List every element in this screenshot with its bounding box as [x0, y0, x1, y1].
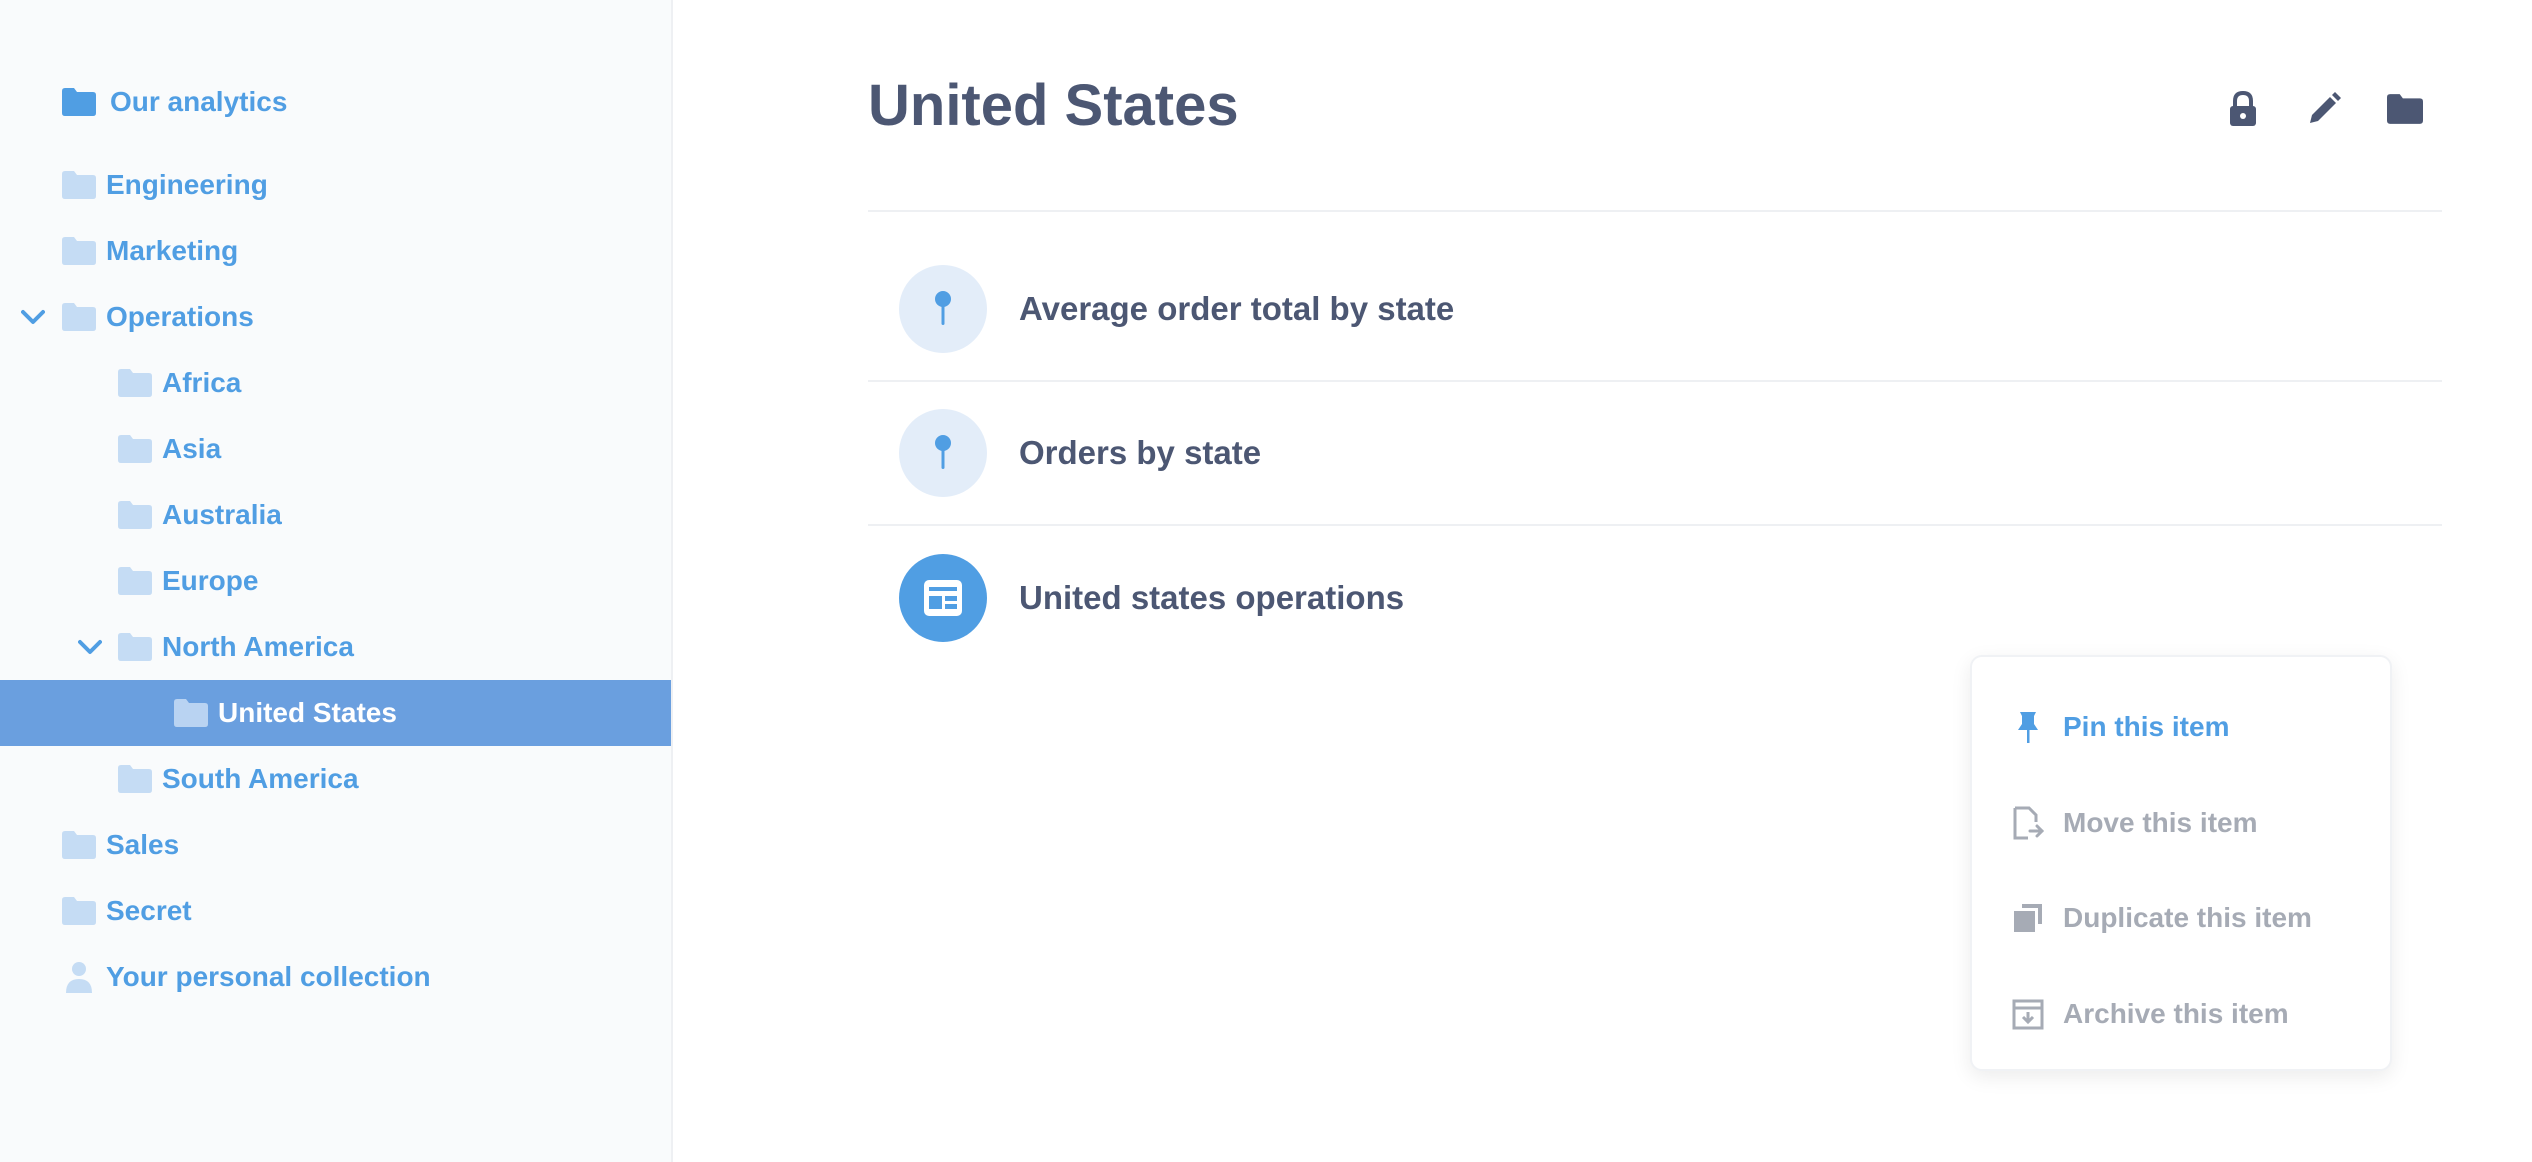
chevron-down-icon[interactable]: [72, 629, 108, 665]
menu-item-label: Duplicate this item: [2063, 902, 2312, 933]
sidebar-item-label: Secret: [106, 895, 192, 926]
folder-icon: [62, 237, 96, 265]
app-window: Our analytics Engineering Marketing Oper…: [0, 0, 2532, 1162]
sidebar-item-australia[interactable]: Australia: [0, 482, 671, 548]
sidebar-item-label: Our analytics: [110, 86, 288, 117]
sidebar-item-africa[interactable]: Africa: [0, 350, 671, 416]
folder-icon: [62, 88, 96, 116]
pin-icon: [899, 265, 987, 353]
folder-icon: [174, 699, 208, 727]
pin-icon: [2010, 709, 2046, 745]
sidebar-item-marketing[interactable]: Marketing: [0, 218, 671, 284]
folder-icon[interactable]: [2383, 87, 2427, 131]
sidebar-item-label: Operations: [106, 301, 254, 332]
sidebar-item-sales[interactable]: Sales: [0, 812, 671, 878]
sidebar-item-label: Asia: [162, 433, 222, 464]
sidebar-item-north-america[interactable]: North America: [0, 614, 671, 680]
move-icon: [2010, 805, 2046, 841]
sidebar-item-label: Engineering: [106, 169, 268, 200]
list-item[interactable]: Average order total by state: [868, 238, 2442, 382]
folder-icon: [118, 633, 152, 661]
sidebar-item-our-analytics[interactable]: Our analytics: [0, 69, 671, 135]
archive-item-option[interactable]: Archive this item: [1972, 966, 2390, 1062]
sidebar-item-south-america[interactable]: South America: [0, 746, 671, 812]
sidebar-item-label: Your personal collection: [106, 961, 431, 992]
sidebar-item-label: Sales: [106, 829, 180, 860]
folder-icon: [118, 435, 152, 463]
sidebar-item-label: United States: [218, 697, 397, 728]
menu-item-label: Archive this item: [2063, 998, 2289, 1029]
pencil-icon[interactable]: [2302, 87, 2346, 131]
sidebar-item-personal-collection[interactable]: Your personal collection: [0, 944, 671, 1010]
folder-icon: [62, 897, 96, 925]
archive-icon: [2010, 996, 2046, 1032]
chevron-down-icon[interactable]: [15, 299, 51, 335]
sidebar-item-label: Australia: [162, 499, 282, 530]
list-item[interactable]: Orders by state: [868, 382, 2442, 526]
pin-item-option[interactable]: Pin this item: [1972, 679, 2390, 775]
lock-icon[interactable]: [2221, 87, 2265, 131]
collection-sidebar: Our analytics Engineering Marketing Oper…: [0, 0, 673, 1162]
sidebar-item-label: Europe: [162, 565, 259, 596]
sidebar-item-europe[interactable]: Europe: [0, 548, 671, 614]
sidebar-item-united-states[interactable]: United States: [0, 680, 671, 746]
folder-icon: [118, 501, 152, 529]
header-divider: [868, 210, 2442, 212]
folder-icon: [62, 171, 96, 199]
sidebar-item-label: North America: [162, 631, 354, 662]
folder-icon: [118, 567, 152, 595]
sidebar-item-label: Marketing: [106, 235, 239, 266]
page-title: United States: [868, 73, 1239, 138]
item-title: Orders by state: [1019, 434, 1262, 471]
folder-icon: [118, 765, 152, 793]
duplicate-icon: [2010, 900, 2046, 936]
folder-icon: [118, 369, 152, 397]
item-title: Average order total by state: [1019, 290, 1455, 327]
sidebar-item-operations[interactable]: Operations: [0, 284, 671, 350]
pin-icon: [899, 409, 987, 497]
menu-item-label: Pin this item: [2063, 711, 2230, 742]
dashboard-icon: [899, 554, 987, 642]
sidebar-item-label: South America: [162, 763, 359, 794]
sidebar-item-label: Africa: [162, 367, 242, 398]
item-actions-menu: Pin this item Move this item Duplicate t…: [1970, 655, 2392, 1071]
sidebar-item-engineering[interactable]: Engineering: [0, 152, 671, 218]
sidebar-item-asia[interactable]: Asia: [0, 416, 671, 482]
menu-item-label: Move this item: [2063, 807, 2258, 838]
list-item[interactable]: United states operations: [868, 526, 2442, 670]
folder-icon: [62, 303, 96, 331]
folder-icon: [62, 831, 96, 859]
sidebar-item-secret[interactable]: Secret: [0, 878, 671, 944]
person-icon: [62, 962, 96, 993]
move-item-option[interactable]: Move this item: [1972, 775, 2390, 871]
duplicate-item-option[interactable]: Duplicate this item: [1972, 870, 2390, 966]
item-title: United states operations: [1019, 579, 1405, 616]
